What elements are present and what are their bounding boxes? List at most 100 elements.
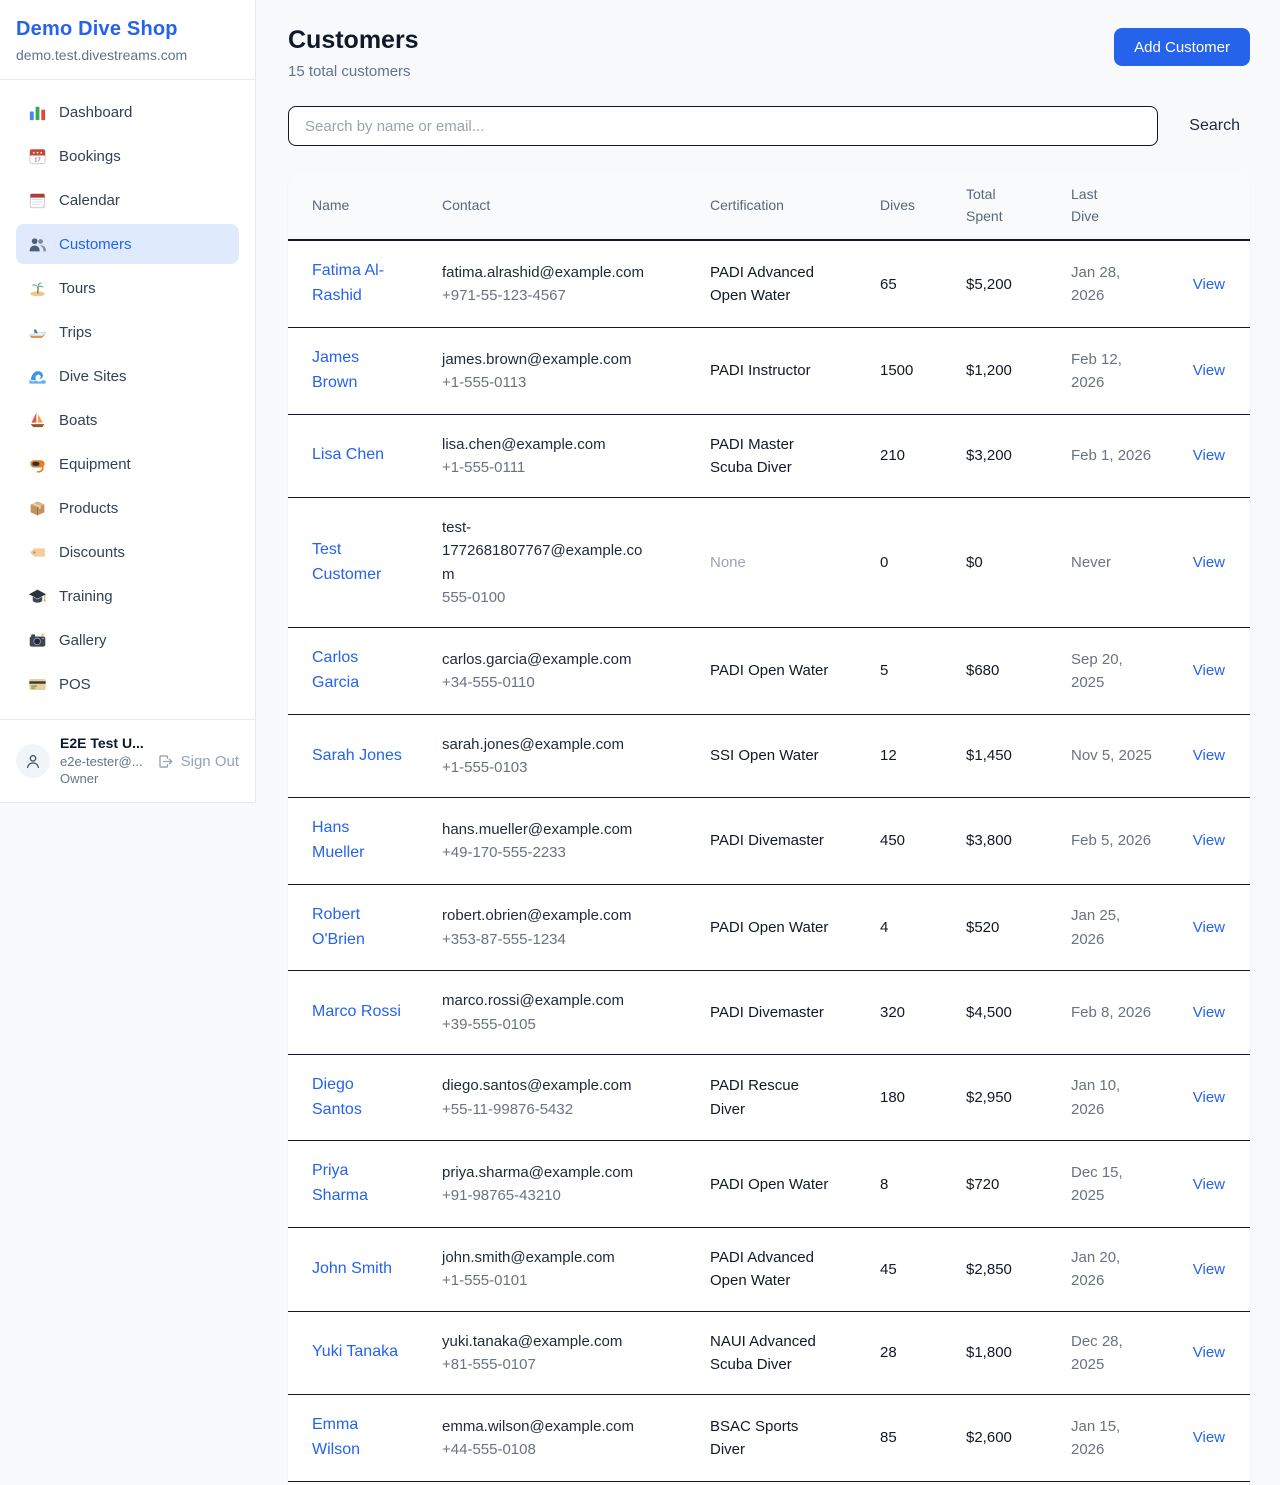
sidebar-nav: Dashboard17Bookings Calendar Customers Tour…: [0, 80, 255, 719]
cell-dives: 12: [872, 714, 958, 798]
view-customer-link[interactable]: View: [1193, 1344, 1225, 1361]
sidebar-item-training[interactable]: Training: [16, 576, 239, 616]
view-customer-link[interactable]: View: [1193, 662, 1225, 679]
cell-certification: PADI Advanced Open Water: [702, 240, 872, 327]
customer-name-link[interactable]: Robert O'Brien: [312, 903, 405, 953]
cell-dives: 5: [872, 628, 958, 715]
cell-last-dive: Jan 10, 2026: [1063, 1054, 1160, 1141]
cell-view: View: [1160, 1141, 1250, 1228]
add-customer-button[interactable]: Add Customer: [1114, 28, 1250, 66]
cell-last-dive: Feb 1, 2026: [1063, 414, 1160, 498]
customer-name-link[interactable]: Sarah Jones: [312, 744, 402, 769]
table-row: Lisa Chenlisa.chen@example.com+1-555-011…: [288, 414, 1250, 498]
sidebar-item-trips[interactable]: Trips: [16, 312, 239, 352]
customer-name-link[interactable]: Lisa Chen: [312, 443, 384, 468]
wave-icon: [28, 367, 47, 386]
sidebar-item-customers[interactable]: Customers: [16, 224, 239, 264]
cell-certification: PADI Advanced Open Water: [702, 1228, 872, 1312]
customer-certification: PADI Advanced Open Water: [710, 261, 830, 308]
customer-email: test-1772681807767@example.com: [442, 516, 654, 586]
people-icon: [28, 235, 47, 254]
cell-dives: 210: [872, 414, 958, 498]
sign-out-button[interactable]: Sign Out: [157, 753, 239, 770]
view-customer-link[interactable]: View: [1193, 554, 1225, 571]
speedboat-icon: [28, 323, 47, 342]
page-header: Customers 15 total customers Add Custome…: [288, 26, 1250, 80]
customer-phone: 555-0100: [442, 586, 694, 609]
view-customer-link[interactable]: View: [1193, 447, 1225, 464]
customer-name-link[interactable]: Yuki Tanaka: [312, 1340, 398, 1365]
customer-name-link[interactable]: James Brown: [312, 346, 405, 396]
sidebar-item-products[interactable]: Products: [16, 488, 239, 528]
view-customer-link[interactable]: View: [1193, 832, 1225, 849]
cell-dives: 180: [872, 1054, 958, 1141]
sidebar-item-dive-sites[interactable]: Dive Sites: [16, 356, 239, 396]
sidebar-item-bookings[interactable]: 17Bookings: [16, 136, 239, 176]
sidebar-item-label: Calendar: [59, 192, 120, 209]
customer-certification: PADI Advanced Open Water: [710, 1246, 830, 1293]
sidebar-item-label: Gallery: [59, 632, 107, 649]
customer-name-link[interactable]: Priya Sharma: [312, 1159, 405, 1209]
user-name: E2E Test U...: [60, 734, 147, 753]
user-info: E2E Test U... e2e-tester@... Owner: [60, 734, 147, 788]
cell-dives: 320: [872, 971, 958, 1055]
customer-name-link[interactable]: Fatima Al-Rashid: [312, 259, 405, 309]
cell-view: View: [1160, 714, 1250, 798]
cell-dives: 4: [872, 884, 958, 971]
cell-contact: john.smith@example.com+1-555-0101: [434, 1228, 702, 1312]
sidebar-item-discounts[interactable]: Discounts: [16, 532, 239, 572]
cell-total-spent: $3,800: [958, 798, 1063, 885]
customer-certification: PADI Divemaster: [710, 1001, 824, 1024]
sidebar-item-tours[interactable]: Tours: [16, 268, 239, 308]
view-customer-link[interactable]: View: [1193, 276, 1225, 293]
view-customer-link[interactable]: View: [1193, 919, 1225, 936]
customer-certification: PADI Instructor: [710, 359, 811, 382]
view-customer-link[interactable]: View: [1193, 1089, 1225, 1106]
calendar-date-icon: 17: [28, 147, 47, 166]
customer-phone: +1-555-0111: [442, 456, 694, 479]
view-customer-link[interactable]: View: [1193, 747, 1225, 764]
view-customer-link[interactable]: View: [1193, 1176, 1225, 1193]
customer-certification: BSAC Sports Diver: [710, 1415, 830, 1462]
table-header: NameContactCertificationDivesTotal Spent…: [288, 172, 1250, 240]
customer-certification: PADI Open Water: [710, 916, 828, 939]
sidebar-item-equipment[interactable]: Equipment: [16, 444, 239, 484]
cell-dives: 65: [872, 240, 958, 327]
customer-name-link[interactable]: Marco Rossi: [312, 1000, 401, 1025]
sidebar-item-label: Tours: [59, 280, 96, 297]
credit-card-icon: [28, 675, 47, 694]
sidebar-item-pos[interactable]: POS: [16, 664, 239, 704]
customer-phone: +44-555-0108: [442, 1438, 694, 1461]
cell-dives: 85: [872, 1395, 958, 1482]
cell-total-spent: $1,450: [958, 714, 1063, 798]
customer-certification: PADI Rescue Diver: [710, 1074, 830, 1121]
view-customer-link[interactable]: View: [1193, 1261, 1225, 1278]
sidebar-item-dashboard[interactable]: Dashboard: [16, 92, 239, 132]
view-customer-link[interactable]: View: [1193, 362, 1225, 379]
table-row: Diego Santosdiego.santos@example.com+55-…: [288, 1054, 1250, 1141]
sidebar-item-boats[interactable]: Boats: [16, 400, 239, 440]
sidebar-item-gallery[interactable]: Gallery: [16, 620, 239, 660]
dive-mask-icon: [28, 455, 47, 474]
customer-name-link[interactable]: Carlos Garcia: [312, 646, 405, 696]
customer-name-link[interactable]: John Smith: [312, 1257, 392, 1282]
customer-name-link[interactable]: Emma Wilson: [312, 1413, 405, 1463]
table-header-row: NameContactCertificationDivesTotal Spent…: [288, 172, 1250, 240]
cell-name: Fatima Al-Rashid: [288, 240, 434, 327]
cell-last-dive: Nov 5, 2025: [1063, 714, 1160, 798]
view-customer-link[interactable]: View: [1193, 1429, 1225, 1446]
customer-name-link[interactable]: Hans Mueller: [312, 816, 405, 866]
search-button[interactable]: Search: [1185, 113, 1250, 139]
view-customer-link[interactable]: View: [1193, 1004, 1225, 1021]
search-input[interactable]: [288, 106, 1158, 146]
page-subtitle: 15 total customers: [288, 63, 419, 80]
cell-total-spent: $2,850: [958, 1228, 1063, 1312]
customer-email: john.smith@example.com: [442, 1246, 615, 1269]
cell-contact: yuki.tanaka@example.com+81-555-0107: [434, 1311, 702, 1395]
cell-contact: emma.wilson@example.com+44-555-0108: [434, 1395, 702, 1482]
sidebar-item-calendar[interactable]: Calendar: [16, 180, 239, 220]
customer-name-link[interactable]: Test Customer: [312, 538, 405, 588]
customer-name-link[interactable]: Diego Santos: [312, 1073, 405, 1123]
cell-last-dive: Never: [1063, 498, 1160, 628]
cell-name: Keiko Yamamoto: [288, 1481, 434, 1485]
